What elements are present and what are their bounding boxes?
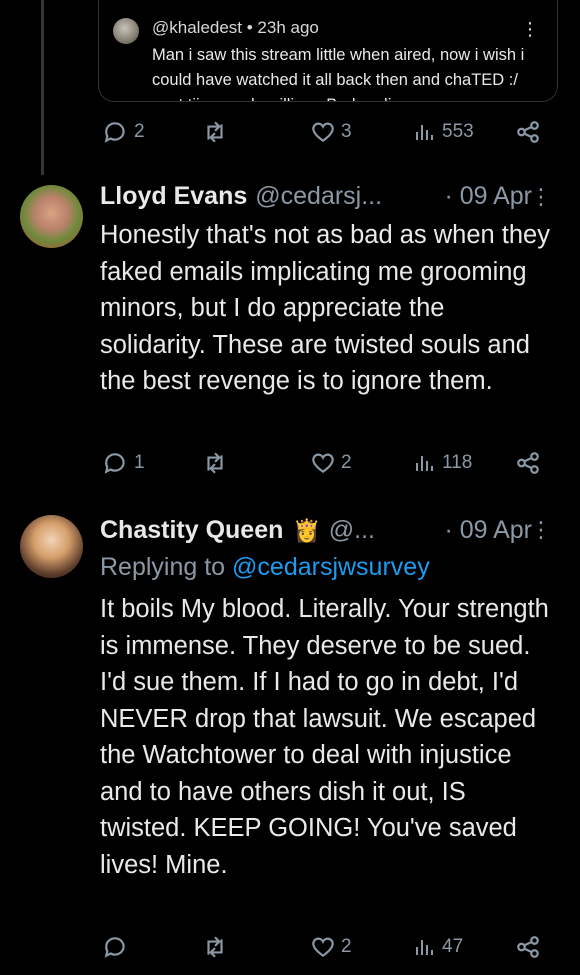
- princess-emoji-icon: 👸: [293, 517, 321, 543]
- retweet-icon: [202, 450, 228, 476]
- retweet-icon: [202, 119, 228, 145]
- quoted-comment-card[interactable]: @khaledest • 23h ago ⋮ Man i saw this st…: [98, 0, 558, 102]
- tweet-date[interactable]: · 09 Apr: [444, 182, 532, 211]
- tweet-action-bar: 2 47: [103, 934, 548, 964]
- views-icon: [413, 119, 437, 145]
- reply-button[interactable]: 1: [103, 450, 145, 476]
- reply-count: 1: [134, 452, 145, 473]
- retweet-button[interactable]: [202, 119, 228, 145]
- reply-count: 2: [134, 121, 145, 142]
- views-icon: [413, 934, 437, 960]
- like-button[interactable]: 2: [310, 934, 352, 960]
- retweet-icon: [202, 934, 228, 960]
- replying-to-label: Replying to: [100, 553, 226, 581]
- author-name[interactable]: Lloyd Evans: [100, 182, 247, 211]
- vertical-ellipsis-icon[interactable]: ⋮: [521, 20, 539, 38]
- author-handle[interactable]: @...: [329, 516, 375, 545]
- quoted-text: Man i saw this stream little when aired,…: [152, 46, 525, 101]
- share-icon: [515, 934, 541, 960]
- share-button[interactable]: [515, 450, 541, 476]
- reply-icon: [103, 450, 129, 476]
- retweet-button[interactable]: [202, 450, 228, 476]
- like-button[interactable]: 3: [310, 119, 352, 145]
- views-icon: [413, 450, 437, 476]
- views-button[interactable]: 553: [413, 119, 474, 145]
- view-count: 118: [442, 452, 473, 473]
- like-count: 3: [341, 121, 352, 142]
- like-count: 2: [341, 452, 352, 473]
- reply-button[interactable]: [103, 934, 129, 960]
- share-button[interactable]: [515, 934, 541, 960]
- retweet-button[interactable]: [202, 934, 228, 960]
- more-icon[interactable]: ⋮: [530, 519, 552, 541]
- view-count: 47: [442, 936, 464, 957]
- avatar[interactable]: [20, 185, 83, 248]
- reply-icon: [103, 934, 129, 960]
- views-button[interactable]: 118: [413, 450, 472, 476]
- tweet-text: It boils My blood. Literally. Your stren…: [100, 595, 549, 879]
- quoted-header: @khaledest • 23h ago: [152, 18, 319, 37]
- tweet-action-bar: 1 2 118: [103, 450, 548, 480]
- tweet-date[interactable]: · 09 Apr: [444, 516, 532, 545]
- like-button[interactable]: 2: [310, 450, 352, 476]
- view-count: 553: [442, 121, 474, 142]
- like-icon: [310, 934, 336, 960]
- replying-to: Replying to @cedarsjwsurvey: [100, 553, 430, 582]
- quoted-avatar: [113, 18, 139, 44]
- share-icon: [515, 450, 541, 476]
- tweet-header: Chastity Queen 👸 @...: [100, 516, 375, 545]
- more-icon[interactable]: ⋮: [530, 186, 552, 208]
- share-icon: [515, 119, 541, 145]
- tweet-text: Honestly that's not as bad as when they …: [100, 221, 550, 395]
- like-count: 2: [341, 936, 352, 957]
- views-button[interactable]: 47: [413, 934, 463, 960]
- author-handle[interactable]: @cedarsj...: [255, 182, 382, 211]
- reply-button[interactable]: 2: [103, 119, 145, 145]
- author-name[interactable]: Chastity Queen: [100, 516, 283, 545]
- thread-connector-line: [41, 0, 44, 175]
- tweet-header: Lloyd Evans @cedarsj...: [100, 182, 382, 211]
- like-icon: [310, 119, 336, 145]
- top-action-bar: 2 3 553: [103, 119, 548, 149]
- like-icon: [310, 450, 336, 476]
- replying-to-mention[interactable]: @cedarsjwsurvey: [232, 553, 430, 581]
- avatar[interactable]: [20, 515, 83, 578]
- reply-icon: [103, 119, 129, 145]
- share-button[interactable]: [515, 119, 541, 145]
